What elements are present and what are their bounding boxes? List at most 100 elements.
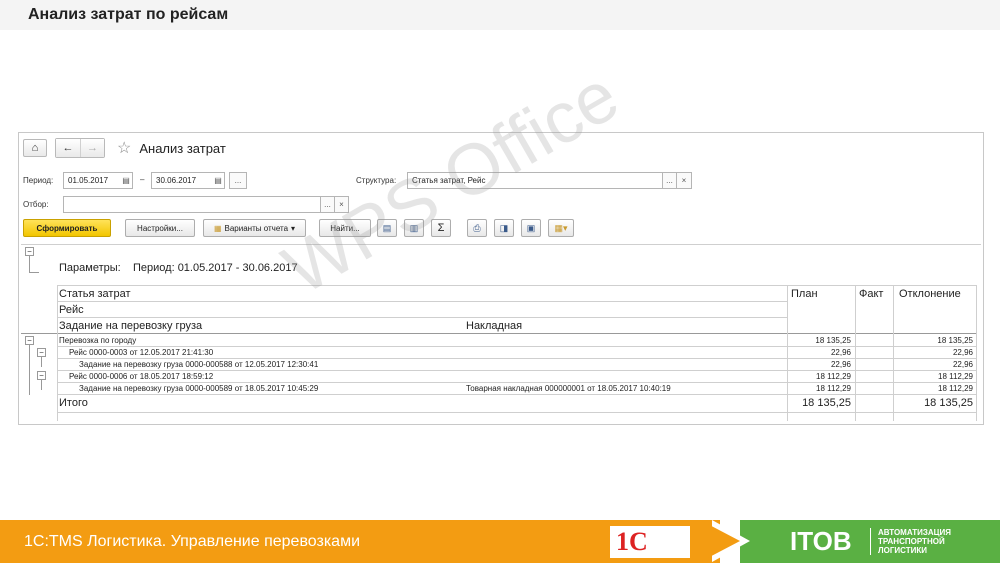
slide-title: Анализ затрат по рейсам	[28, 6, 229, 23]
params-label: Параметры:	[59, 262, 121, 274]
row-deviation: 18 112,29	[938, 384, 973, 393]
filter-clear-button[interactable]: ×	[334, 196, 349, 213]
row-name: Рейс 0000-0003 от 12.05.2017 21:41:30	[69, 348, 214, 357]
generate-button[interactable]: Сформировать	[23, 219, 111, 237]
row-plan: 22,96	[830, 348, 851, 357]
back-button[interactable]: ←	[56, 139, 80, 157]
print-icon[interactable]: ⎙	[467, 219, 487, 237]
row-divider	[57, 382, 977, 383]
report-variants-button[interactable]: ▦ Варианты отчета ▾	[203, 219, 306, 237]
row-divider	[57, 358, 977, 359]
window-header: ⌂ ← → ☆ Анализ затрат	[23, 138, 226, 158]
structure-clear-button[interactable]: ×	[676, 172, 692, 189]
collapse-group-icon[interactable]: −	[25, 336, 34, 345]
header-plan: План	[791, 288, 818, 300]
itob-tagline-line: ТРАНСПОРТНОЙ	[878, 537, 945, 546]
row-name: Рейс 0000-0006 от 18.05.2017 18:59:12	[69, 372, 214, 381]
itob-tagline-line: АВТОМАТИЗАЦИЯ	[878, 528, 951, 537]
structure-field[interactable]: Статья затрат, Рейс	[407, 172, 663, 189]
row-deviation: 18 112,29	[938, 372, 973, 381]
row-deviation: 22,96	[952, 360, 973, 369]
header-fact: Факт	[859, 288, 884, 300]
column-divider	[855, 285, 856, 421]
tree-line	[41, 380, 42, 390]
row-divider	[57, 412, 977, 413]
divider	[21, 333, 977, 334]
tree-line	[29, 272, 39, 273]
column-divider	[976, 285, 977, 421]
divider	[57, 285, 977, 286]
row-plan: 22,96	[830, 360, 851, 369]
logo-1c: 1С	[610, 526, 690, 558]
slide: Анализ затрат по рейсам ⌂ ← → ☆ Анализ з…	[0, 0, 1000, 563]
favorite-star-icon[interactable]: ☆	[117, 138, 131, 158]
divider	[870, 528, 871, 555]
itob-tagline: АВТОМАТИЗАЦИЯ ТРАНСПОРТНОЙ ЛОГИСТИКИ	[878, 528, 951, 555]
preview-icon[interactable]: ◨	[494, 219, 514, 237]
divider	[57, 301, 787, 302]
report-variants-icon: ▦	[213, 223, 222, 233]
column-divider	[57, 285, 58, 421]
save-icon[interactable]: ▣	[521, 219, 541, 237]
footer: 1С:TMS Логистика. Управление перевозками…	[0, 520, 1000, 563]
calendar-icon[interactable]: ▤	[119, 172, 133, 189]
slide-title-bar: Анализ затрат по рейсам	[0, 0, 1000, 30]
more-actions-icon[interactable]: ▦▾	[548, 219, 574, 237]
forward-button[interactable]: →	[80, 139, 104, 157]
footer-chevron	[700, 520, 740, 562]
collapse-group-icon[interactable]: −	[37, 348, 46, 357]
divider	[57, 317, 787, 318]
report-area: − Параметры: Период: 01.05.2017 - 30.06.…	[21, 244, 981, 422]
home-button[interactable]: ⌂	[23, 139, 47, 157]
settings-button[interactable]: Настройки...	[125, 219, 195, 237]
row-invoice: Товарная накладная 000000001 от 18.05.20…	[466, 384, 671, 393]
row-plan: 18 135,25	[815, 336, 851, 345]
row-name: Задание на перевозку груза 0000-000588 о…	[79, 360, 319, 369]
row-plan: 18 112,29	[816, 384, 851, 393]
tree-line	[41, 357, 42, 367]
sum-icon[interactable]: Σ	[431, 219, 451, 237]
column-divider	[893, 285, 894, 421]
header-deviation: Отклонение	[899, 288, 961, 300]
report-window: ⌂ ← → ☆ Анализ затрат Период: 01.05.2017…	[18, 132, 984, 425]
itob-logo: ITOB	[790, 526, 852, 556]
total-deviation: 18 135,25	[924, 397, 973, 409]
row-name: Перевозка по городу	[59, 336, 137, 345]
total-label: Итого	[59, 397, 88, 409]
filter-choose-button[interactable]: ...	[320, 196, 335, 213]
expand-groups-icon[interactable]: ▤	[377, 219, 397, 237]
itob-tagline-line: ЛОГИСТИКИ	[878, 546, 927, 555]
total-plan: 18 135,25	[802, 397, 851, 409]
footer-text: 1С:TMS Логистика. Управление перевозками	[24, 533, 361, 550]
structure-choose-button[interactable]: ...	[662, 172, 677, 189]
dropdown-arrow-icon: ▾	[291, 223, 296, 233]
row-name: Задание на перевозку груза 0000-000589 о…	[79, 384, 319, 393]
filter-field[interactable]	[63, 196, 321, 213]
period-choose-button[interactable]: ...	[229, 172, 247, 189]
collapse-groups-icon[interactable]: ▥	[404, 219, 424, 237]
header-task: Задание на перевозку груза	[59, 320, 203, 332]
collapse-group-icon[interactable]: −	[37, 371, 46, 380]
row-plan: 18 112,29	[816, 372, 851, 381]
row-divider	[57, 346, 977, 347]
header-cost-item: Статья затрат	[59, 288, 131, 300]
calendar-icon[interactable]: ▤	[211, 172, 225, 189]
arrow-left-icon: ←	[62, 142, 74, 154]
header-invoice: Накладная	[466, 320, 523, 332]
structure-label: Структура:	[356, 176, 397, 185]
find-button[interactable]: Найти...	[319, 219, 371, 237]
tree-line	[29, 345, 30, 395]
row-divider	[57, 370, 977, 371]
tree-line	[29, 256, 30, 272]
collapse-params-icon[interactable]: −	[25, 247, 34, 256]
row-divider	[57, 394, 977, 395]
window-title: Анализ затрат	[139, 140, 226, 156]
header-trip: Рейс	[59, 304, 84, 316]
params-value: Период: 01.05.2017 - 30.06.2017	[133, 262, 298, 274]
logo-1c-text: 1С	[616, 527, 648, 556]
history-nav: ← →	[55, 138, 105, 158]
arrow-right-icon: →	[87, 142, 98, 154]
period-label: Период:	[23, 176, 54, 185]
filter-label: Отбор:	[23, 200, 49, 209]
period-dash: –	[140, 175, 145, 184]
